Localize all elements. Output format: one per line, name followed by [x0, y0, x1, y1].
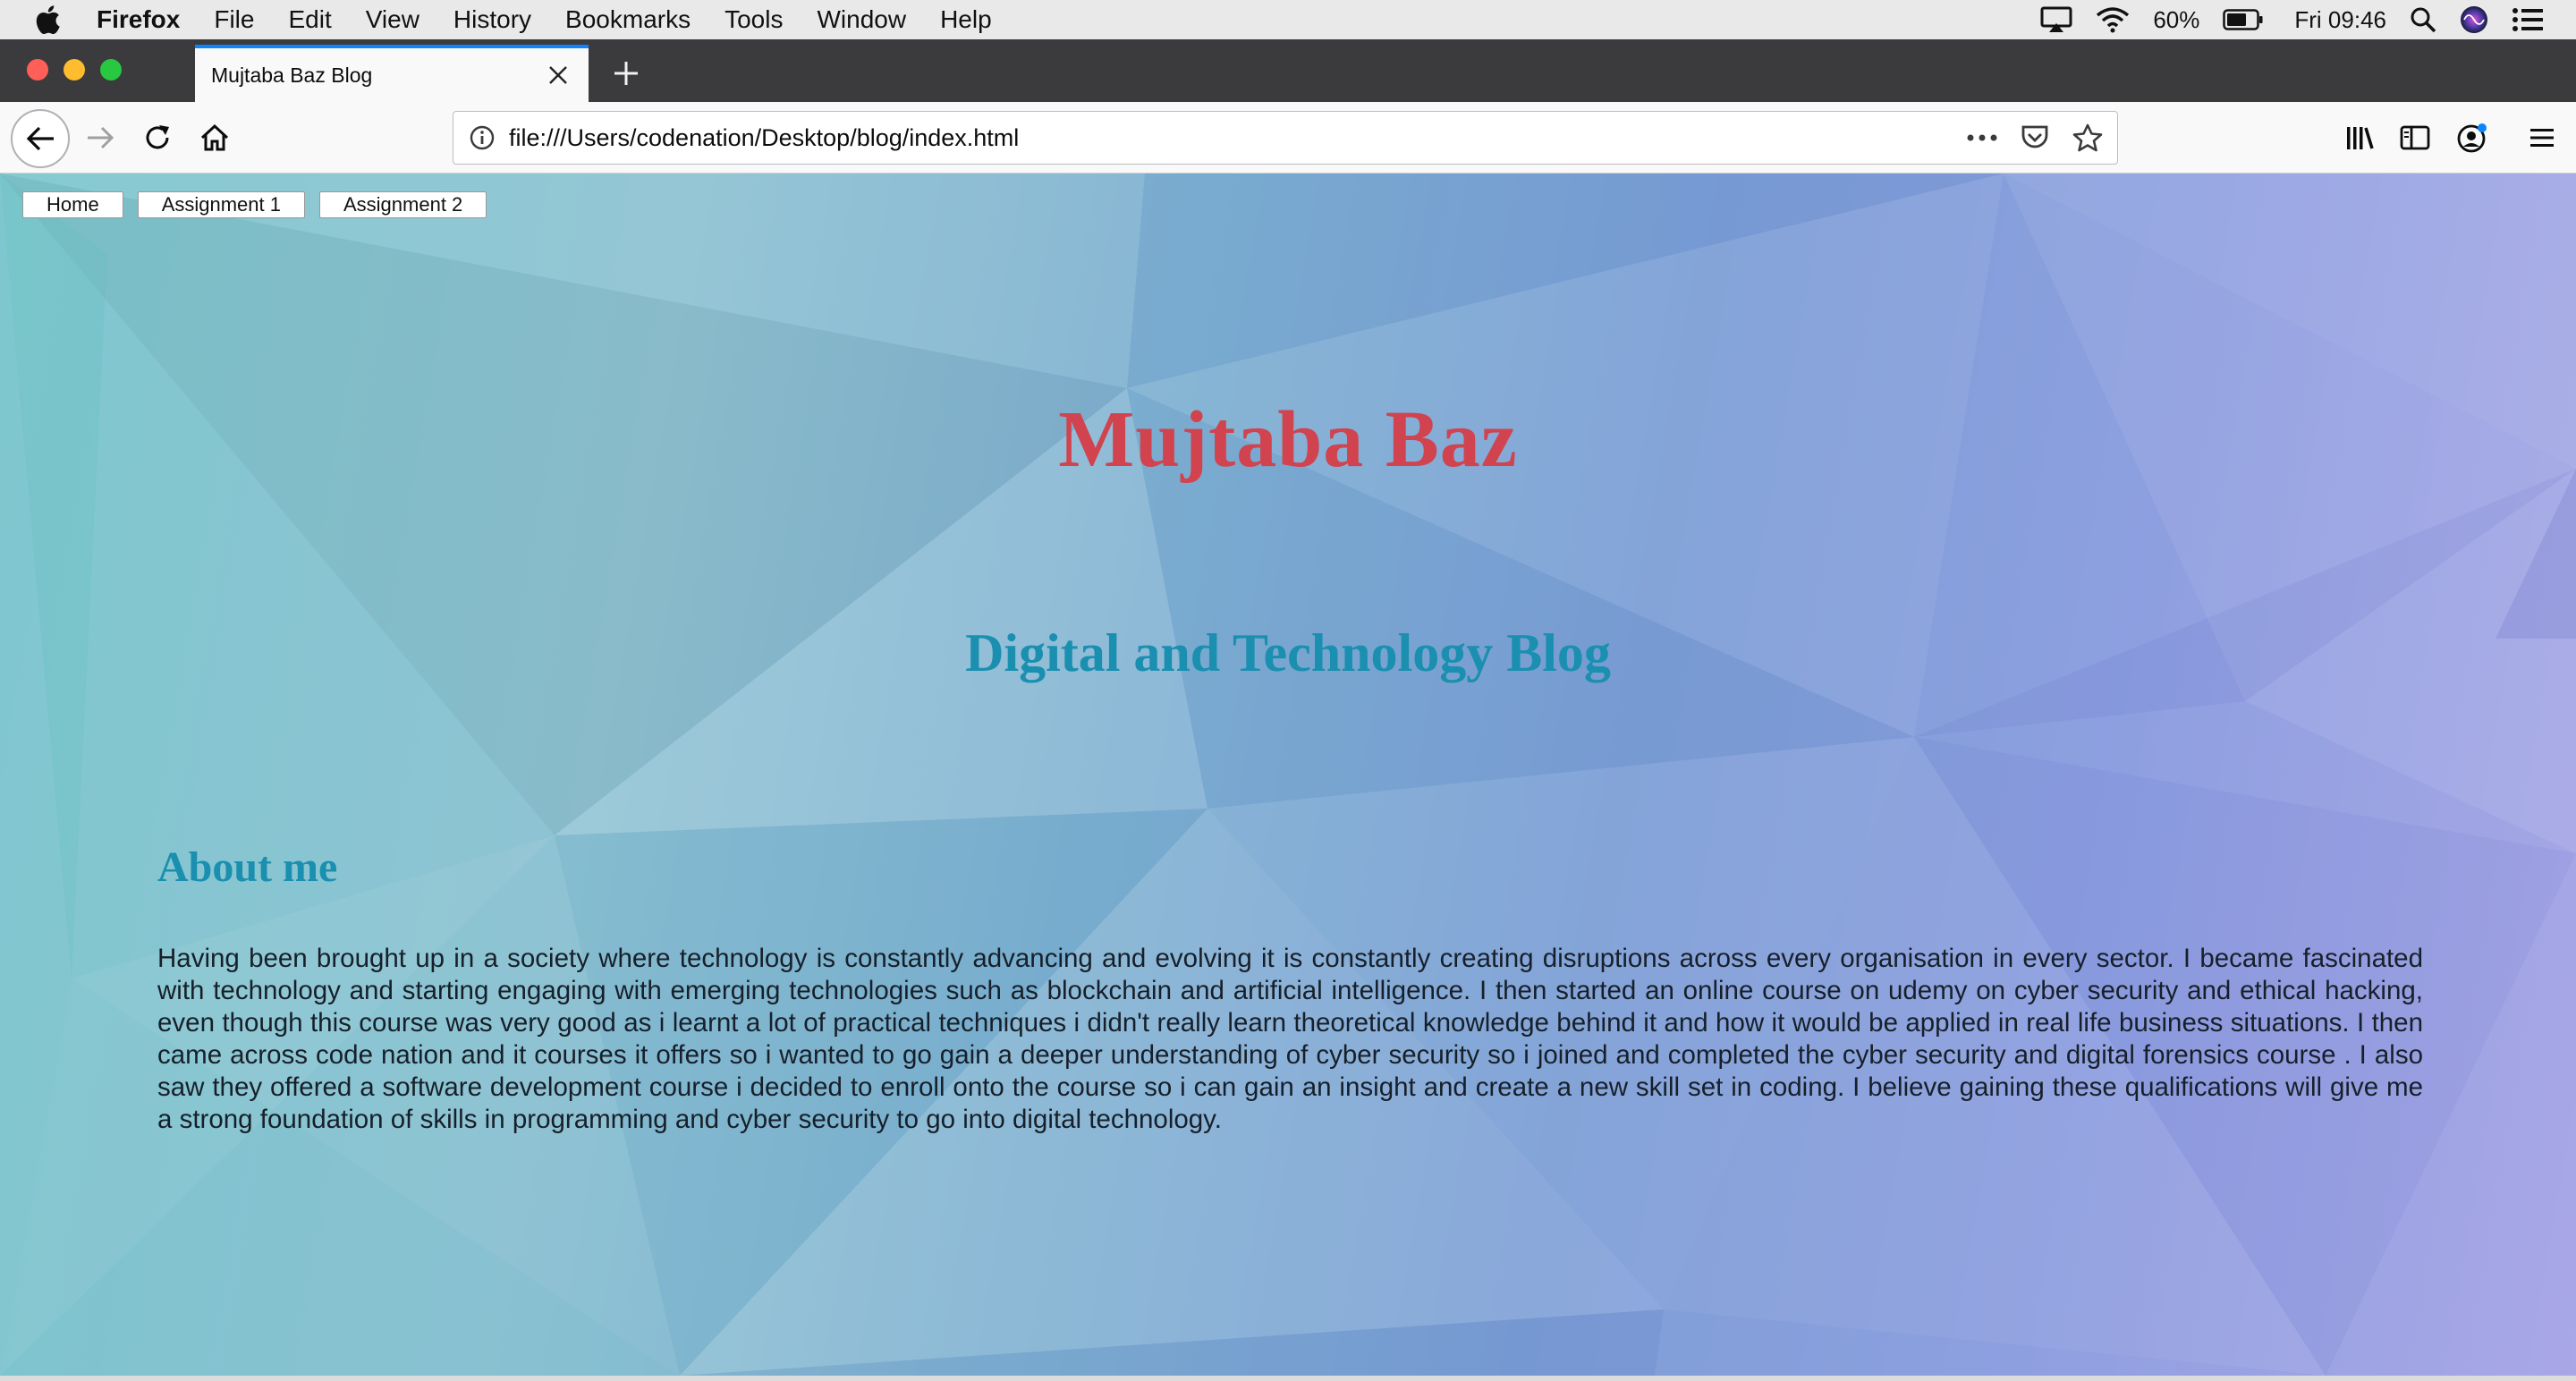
library-icon [2347, 127, 2374, 149]
about-heading: About me [157, 843, 338, 891]
home-button[interactable] [191, 114, 238, 161]
forward-icon [88, 126, 114, 149]
pocket-icon[interactable] [2021, 124, 2049, 151]
menu-view[interactable]: View [366, 5, 419, 34]
navigation-toolbar: file:///Users/codenation/Desktop/blog/in… [0, 102, 2576, 174]
nav-assignment-2-button[interactable]: Assignment 2 [318, 191, 487, 218]
sidebar-icon [2400, 125, 2430, 150]
reload-button[interactable] [134, 114, 181, 161]
window-bottom-edge [0, 1376, 2576, 1381]
sidebar-button[interactable] [2392, 114, 2438, 161]
back-icon [26, 126, 54, 151]
site-nav: Home Assignment 1 Assignment 2 [22, 191, 487, 218]
spotlight-search-icon[interactable] [2410, 6, 2436, 33]
menu-window[interactable]: Window [817, 5, 906, 34]
menu-app-firefox[interactable]: Firefox [97, 5, 180, 34]
notification-center-icon[interactable] [2512, 7, 2544, 32]
url-bar[interactable]: file:///Users/codenation/Desktop/blog/in… [453, 111, 2118, 165]
back-button[interactable] [11, 109, 70, 168]
menu-bookmarks[interactable]: Bookmarks [565, 5, 691, 34]
wifi-icon[interactable] [2096, 6, 2130, 33]
forward-button[interactable] [77, 114, 123, 161]
page-viewport[interactable]: Home Assignment 1 Assignment 2 Mujtaba B… [0, 174, 2576, 1376]
window-close-icon[interactable] [27, 59, 48, 80]
nav-home-button[interactable]: Home [22, 191, 123, 218]
apple-logo-icon[interactable] [32, 4, 63, 35]
info-icon[interactable] [470, 125, 495, 150]
url-text[interactable]: file:///Users/codenation/Desktop/blog/in… [509, 124, 1967, 152]
menu-tools[interactable]: Tools [724, 5, 783, 34]
clock[interactable]: Fri 09:46 [2294, 6, 2386, 34]
tab-title: Mujtaba Baz Blog [211, 63, 373, 87]
page-actions-icon[interactable] [1967, 134, 1997, 141]
siri-icon[interactable] [2460, 5, 2488, 34]
account-button[interactable] [2449, 114, 2496, 161]
window-minimize-icon[interactable] [64, 59, 85, 80]
menu-help[interactable]: Help [940, 5, 992, 34]
macos-menubar: Firefox File Edit View History Bookmarks… [0, 0, 2576, 39]
hamburger-menu-icon [2530, 129, 2554, 147]
battery-percentage: 60% [2153, 5, 2200, 33]
menu-button[interactable] [2519, 114, 2565, 161]
bookmark-star-icon[interactable] [2072, 123, 2103, 152]
new-tab-button[interactable] [601, 48, 651, 98]
low-poly-background [0, 174, 2576, 1376]
library-button[interactable] [2336, 114, 2383, 161]
tab-active[interactable]: Mujtaba Baz Blog [195, 45, 589, 102]
menu-history[interactable]: History [453, 5, 531, 34]
battery-icon[interactable] [2223, 9, 2264, 30]
site-title: Mujtaba Baz [1058, 395, 1518, 484]
reload-icon [146, 125, 169, 149]
account-icon [2457, 123, 2487, 153]
about-paragraph: Having been brought up in a society wher… [157, 944, 2423, 1134]
site-subtitle: Digital and Technology Blog [965, 623, 1611, 682]
menu-file[interactable]: File [214, 5, 254, 34]
status-area: 60% Fri 09:46 [2040, 0, 2544, 39]
tab-close-icon[interactable] [540, 57, 576, 93]
home-icon [200, 123, 229, 151]
plus-icon [614, 62, 638, 85]
airplay-icon[interactable] [2040, 6, 2072, 33]
menu-edit[interactable]: Edit [288, 5, 331, 34]
window-zoom-icon[interactable] [100, 59, 122, 80]
nav-assignment-1-button[interactable]: Assignment 1 [137, 191, 305, 218]
